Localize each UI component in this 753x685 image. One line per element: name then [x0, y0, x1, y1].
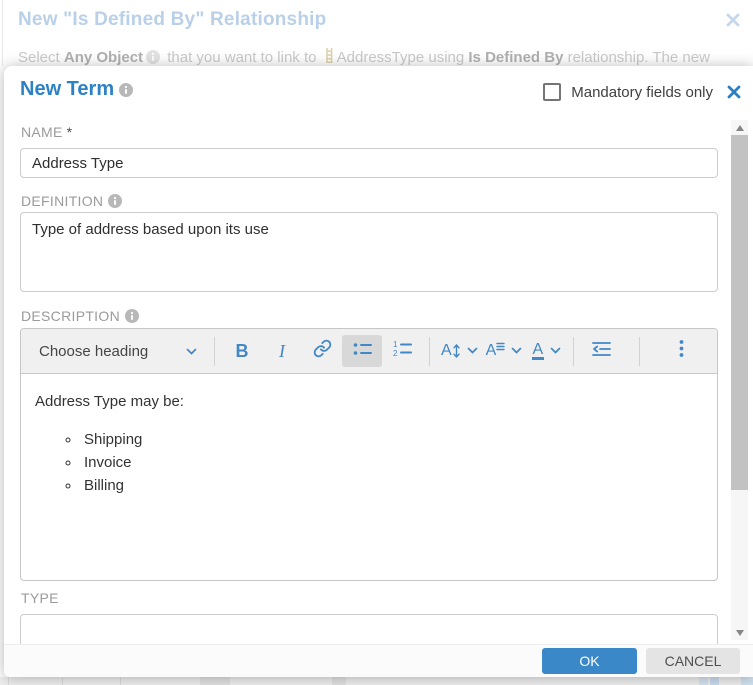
- sentence-part: Select: [18, 49, 64, 66]
- description-paragraph: Address Type may be:: [35, 393, 705, 410]
- list-item: Invoice: [81, 454, 705, 471]
- background-divider: [2, 0, 3, 66]
- link-button[interactable]: [302, 335, 342, 367]
- triangle-up-icon: [736, 125, 744, 131]
- description-label-text: DESCRIPTION: [21, 308, 120, 324]
- numbered-list-icon: 12: [392, 340, 412, 362]
- definition-label: DEFINITION: [21, 193, 122, 209]
- list-item: Billing: [81, 477, 705, 494]
- sentence-part: relationship. The new: [563, 49, 709, 66]
- svg-text:2: 2: [393, 349, 398, 357]
- heading-dropdown-label: Choose heading: [39, 343, 148, 360]
- description-editor: Choose heading B I 12 A A: [20, 328, 718, 581]
- type-label-text: TYPE: [21, 590, 59, 606]
- name-label: NAME*: [21, 124, 72, 140]
- ok-button[interactable]: OK: [542, 648, 637, 674]
- italic-button[interactable]: I: [262, 335, 302, 367]
- term-icon: [324, 47, 334, 68]
- chevron-down-icon: [186, 343, 197, 360]
- italic-icon: I: [279, 341, 285, 362]
- mandatory-fields-label: Mandatory fields only: [571, 84, 713, 101]
- modal-scrollbar: [731, 120, 748, 640]
- relationship-type-label: Is Defined By: [468, 49, 563, 66]
- font-family-button[interactable]: A: [482, 335, 527, 367]
- outdent-button[interactable]: [581, 335, 621, 367]
- toolbar-separator: [429, 337, 430, 366]
- font-color-button[interactable]: A: [526, 335, 566, 367]
- toolbar-separator: [639, 337, 640, 366]
- type-label: TYPE: [21, 590, 59, 606]
- outdent-icon: [591, 340, 611, 363]
- editor-toolbar: Choose heading B I 12 A A: [21, 329, 717, 374]
- name-input[interactable]: [20, 148, 718, 178]
- info-icon: [119, 80, 133, 94]
- bulleted-list-button[interactable]: [342, 335, 382, 367]
- chevron-down-icon: [467, 342, 478, 360]
- cancel-button[interactable]: CANCEL: [646, 648, 740, 674]
- background-close-icon[interactable]: [726, 13, 740, 27]
- heading-dropdown[interactable]: Choose heading: [29, 335, 207, 367]
- background-dialog-text: Select Any Object that you want to link …: [18, 47, 710, 68]
- info-icon: [108, 194, 122, 208]
- bulleted-list-icon: [352, 341, 372, 362]
- new-term-modal: New Term Mandatory fields only NAME* DEF…: [4, 66, 753, 677]
- modal-title: New Term: [20, 78, 133, 101]
- chevron-down-icon: [511, 342, 522, 360]
- triangle-down-icon: [736, 630, 744, 636]
- modal-title-text: New Term: [20, 78, 114, 100]
- font-family-icon: A: [486, 342, 497, 360]
- required-asterisk: *: [67, 124, 73, 140]
- mandatory-fields-checkbox[interactable]: [543, 83, 561, 101]
- description-label: DESCRIPTION: [21, 308, 139, 324]
- definition-label-text: DEFINITION: [21, 193, 103, 209]
- more-options-button[interactable]: [661, 335, 701, 367]
- toolbar-separator: [214, 337, 215, 366]
- bold-button[interactable]: B: [222, 335, 262, 367]
- bold-icon: B: [236, 341, 249, 362]
- numbered-list-button[interactable]: 12: [382, 335, 422, 367]
- font-color-icon: A: [532, 342, 545, 360]
- font-size-icon: A: [441, 342, 452, 360]
- toolbar-separator: [573, 337, 574, 366]
- background-dialog-title: New "Is Defined By" Relationship: [18, 9, 326, 31]
- name-label-text: NAME: [21, 124, 63, 140]
- info-icon: [125, 309, 139, 323]
- background-page-sliver: [0, 677, 753, 685]
- object-name-label: AddressType: [337, 49, 425, 66]
- list-item: Shipping: [81, 431, 705, 448]
- any-object-label: Any Object: [64, 49, 143, 66]
- font-size-button[interactable]: A: [437, 335, 482, 367]
- kebab-icon: [679, 339, 684, 363]
- link-icon: [313, 339, 332, 363]
- description-editable-area[interactable]: Address Type may be: Shipping Invoice Bi…: [21, 374, 717, 581]
- chevron-down-icon: [550, 342, 561, 360]
- updown-arrow-icon: [452, 343, 461, 359]
- scroll-up-button[interactable]: [731, 120, 748, 135]
- scrollbar-thumb[interactable]: [731, 135, 748, 490]
- modal-header-right: Mandatory fields only: [543, 83, 741, 101]
- close-icon[interactable]: [727, 85, 741, 99]
- lines-icon: [496, 342, 505, 352]
- description-bullet-list: Shipping Invoice Billing: [33, 431, 705, 494]
- sentence-part: that you want to link to: [163, 49, 321, 66]
- scroll-down-button[interactable]: [731, 625, 748, 640]
- definition-textarea[interactable]: Type of address based upon its use: [20, 212, 718, 292]
- sentence-part: using: [424, 49, 468, 66]
- svg-text:1: 1: [393, 340, 398, 349]
- modal-footer: OK CANCEL: [4, 644, 753, 677]
